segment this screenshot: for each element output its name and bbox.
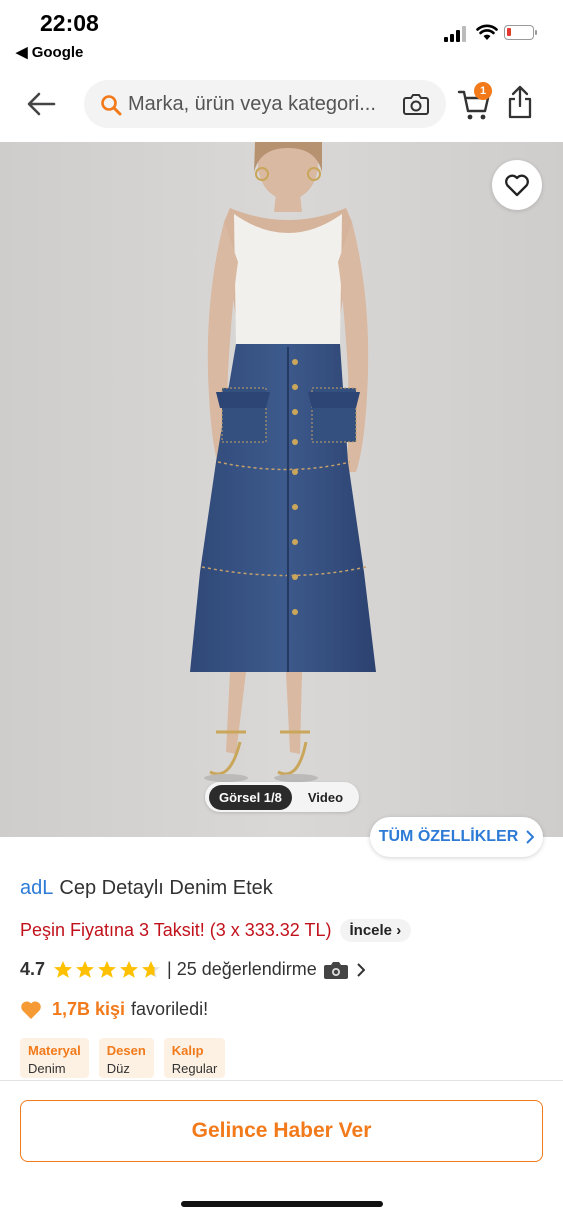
product-title: adL Cep Detaylı Denim Etek (20, 877, 273, 900)
all-features-button[interactable]: TÜM ÖZELLİKLER (370, 817, 543, 857)
camera-icon (323, 961, 348, 979)
search-input[interactable] (128, 80, 398, 128)
star-icon (120, 960, 139, 978)
attribute-chip: Materyal Denim (20, 1038, 89, 1078)
home-indicator[interactable] (181, 1201, 383, 1207)
product-image-gallery[interactable]: Görsel 1/8 Video (0, 142, 563, 837)
heart-icon (505, 174, 529, 197)
installment-info: Peşin Fiyatına 3 Taksit! (3 x 333.32 TL)… (20, 919, 412, 942)
image-counter[interactable]: Görsel 1/8 (209, 784, 292, 810)
attribute-value: Regular (171, 1061, 218, 1076)
review-count: | 25 değerlendirme (167, 959, 317, 979)
signal-icon (444, 26, 466, 42)
favorite-text: favoriledi! (131, 999, 209, 1019)
chevron-right-icon (357, 962, 365, 977)
star-icon (142, 960, 161, 978)
attribute-value: Düz (106, 1061, 130, 1076)
star-icon (54, 960, 73, 978)
search-bar[interactable] (84, 80, 446, 128)
brand-link[interactable]: adL (20, 877, 53, 899)
attribute-label: Kalıp (171, 1043, 204, 1058)
back-to-app-link[interactable]: ◀ Google (16, 43, 83, 61)
attribute-value: Denim (28, 1061, 66, 1076)
favorites-row: 1,7B kişi favoriledi! (20, 999, 208, 1020)
attribute-label: Materyal (28, 1043, 81, 1058)
wifi-icon (476, 24, 498, 40)
attribute-chip: Desen Düz (98, 1038, 154, 1078)
attribute-chips: Materyal Denim Desen Düz Kalıp Regular (20, 1038, 226, 1078)
cart-count-badge: 1 (474, 82, 492, 100)
bottom-action-bar: Gelince Haber Ver (0, 1080, 563, 1219)
status-time: 22:08 (40, 10, 99, 36)
star-icon (76, 960, 95, 978)
attribute-label: Desen (106, 1043, 146, 1058)
notify-when-available-button[interactable]: Gelince Haber Ver (20, 1100, 543, 1162)
back-app-label: Google (31, 44, 84, 61)
video-tab[interactable]: Video (292, 785, 355, 810)
all-features-label: TÜM ÖZELLİKLER (378, 828, 519, 845)
gallery-media-switch[interactable]: Görsel 1/8 Video (205, 782, 360, 812)
status-bar: 22:08 ◀ Google (0, 0, 563, 70)
top-navigation: 1 (0, 70, 563, 143)
rating-value: 4.7 (20, 959, 46, 979)
back-arrow-icon[interactable] (24, 86, 60, 122)
favorite-count: 1,7B kişi (52, 999, 126, 1019)
product-name: Cep Detaylı Denim Etek (59, 877, 273, 899)
rating-row[interactable]: 4.7 | 25 değerlendirme (20, 959, 365, 980)
rating-stars (53, 960, 161, 980)
chevron-right-icon (526, 830, 535, 844)
star-icon (98, 960, 117, 978)
favorite-button[interactable] (492, 160, 542, 210)
installment-text: Peşin Fiyatına 3 Taksit! (3 x 333.32 TL) (20, 920, 332, 940)
inspect-label: İncele (349, 922, 393, 939)
inspect-button[interactable]: İncele › (339, 919, 412, 942)
orange-heart-icon (21, 1000, 41, 1019)
share-icon[interactable] (506, 84, 534, 120)
battery-icon (504, 25, 537, 40)
attribute-chip: Kalıp Regular (163, 1038, 226, 1078)
product-photo (0, 142, 563, 837)
camera-search-icon[interactable] (402, 91, 430, 117)
search-icon (101, 95, 122, 116)
